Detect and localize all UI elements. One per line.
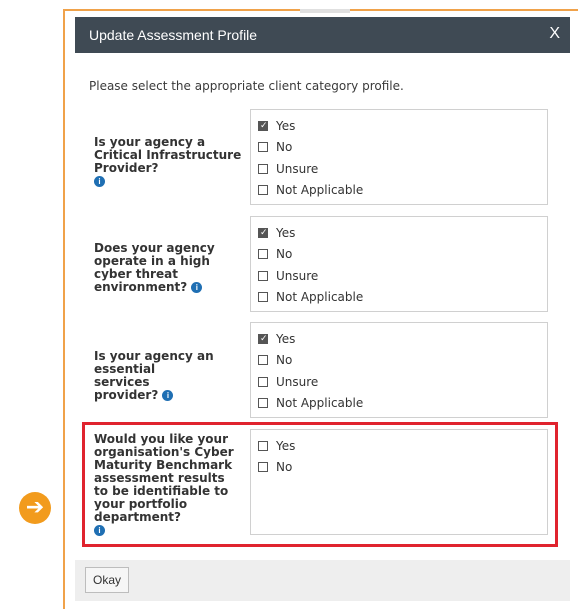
option-label: Unsure [276,269,319,283]
options-box: Yes No Unsure Not Applicable [250,109,548,205]
info-icon[interactable]: i [191,282,203,293]
checkbox-checked[interactable] [258,332,268,346]
checkbox[interactable] [258,270,268,281]
info-icon[interactable]: i [162,390,174,401]
close-icon[interactable]: X [549,25,560,43]
option-yes[interactable]: Yes [258,226,295,240]
option-label: No [276,140,293,154]
frame-notch [300,9,350,13]
checkbox[interactable] [258,291,268,302]
option-no[interactable]: No [258,353,292,367]
option-label: No [276,247,293,261]
option-unsure[interactable]: Unsure [258,162,318,176]
arrow-right-icon: ➔ [19,492,51,524]
option-not-applicable[interactable]: Not Applicable [258,290,363,304]
option-label: Unsure [276,375,319,389]
checkbox[interactable] [258,376,268,387]
option-no[interactable]: No [258,140,292,154]
dialog-footer: Okay [75,560,570,601]
question-text: Is your agency an essential services pro… [94,349,214,402]
question-label: Is your agency an essential services pro… [94,350,214,402]
option-label: Not Applicable [276,290,364,304]
option-unsure[interactable]: Unsure [258,375,318,389]
update-assessment-dialog: Update Assessment Profile X Please selec… [75,17,570,601]
intro-text: Please select the appropriate client cat… [89,79,404,93]
options-box: Yes No Unsure Not Applicable [250,216,548,312]
checkbox-checked[interactable] [258,119,268,133]
option-yes[interactable]: Yes [258,332,295,346]
option-not-applicable[interactable]: Not Applicable [258,183,363,197]
option-no[interactable]: No [258,247,292,261]
checkbox[interactable] [258,354,268,365]
question-label: Does your agency operate in a high cyber… [94,242,244,294]
option-unsure[interactable]: Unsure [258,269,318,283]
question-text: Is your agency a Critical Infrastructure… [94,135,242,175]
checkbox[interactable] [258,163,268,174]
option-label: Yes [276,119,296,133]
checkbox[interactable] [258,397,268,408]
checkbox-checked[interactable] [258,226,268,240]
highlight-box [82,422,558,547]
option-label: Yes [276,332,296,346]
option-label: Not Applicable [276,183,364,197]
option-yes[interactable]: Yes [258,119,295,133]
checkbox[interactable] [258,184,268,195]
option-label: Yes [276,226,296,240]
option-label: No [276,353,293,367]
option-label: Unsure [276,162,319,176]
dialog-title: Update Assessment Profile [89,27,258,43]
option-label: Not Applicable [276,396,364,410]
dialog-titlebar: Update Assessment Profile X [75,17,570,53]
info-icon[interactable]: i [94,176,105,187]
okay-button[interactable]: Okay [85,567,130,593]
options-box: Yes No Unsure Not Applicable [250,322,548,418]
question-label: Is your agency a Critical Infrastructure… [94,136,244,188]
checkbox[interactable] [258,248,268,259]
checkbox[interactable] [258,141,268,152]
option-not-applicable[interactable]: Not Applicable [258,396,363,410]
